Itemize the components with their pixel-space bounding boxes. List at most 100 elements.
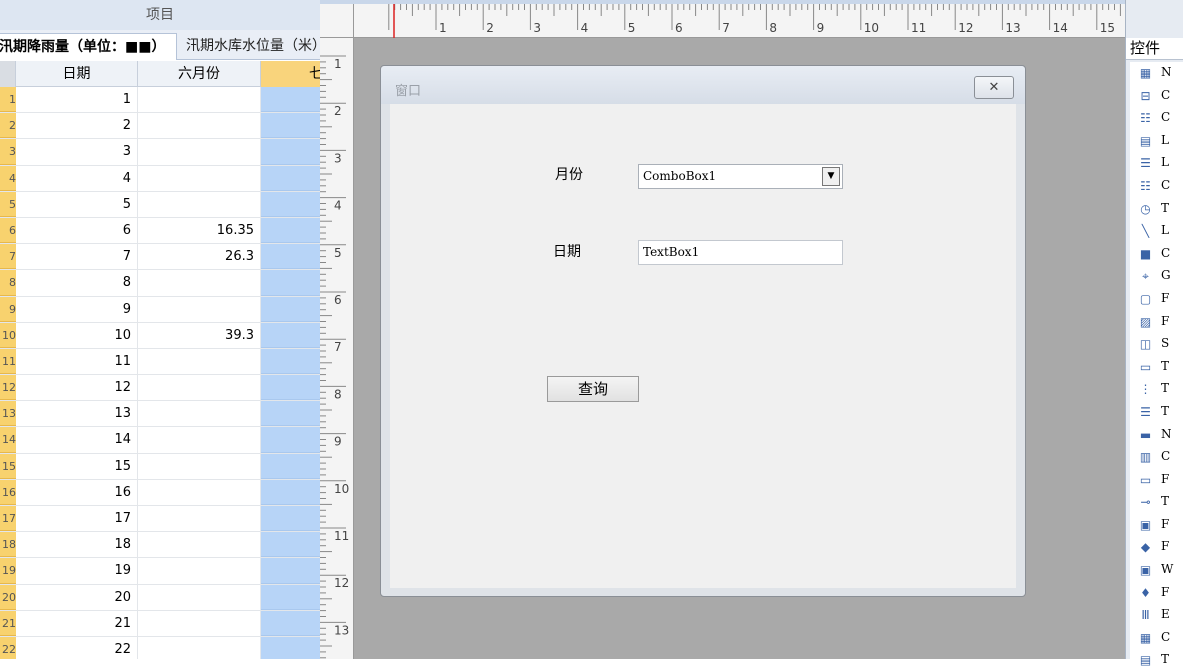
controls-item[interactable]: ▥ C xyxy=(1130,446,1183,469)
cell-june[interactable] xyxy=(138,558,261,584)
cell-july[interactable] xyxy=(261,296,320,322)
cell-july[interactable] xyxy=(261,506,320,532)
close-icon[interactable]: ✕ xyxy=(974,76,1014,99)
window-titlebar[interactable]: 窗口 ✕ xyxy=(381,66,1025,104)
controls-item[interactable]: ◫ S xyxy=(1130,333,1183,356)
table-row[interactable]: 88 xyxy=(0,270,320,297)
cell-june[interactable]: 16.35 xyxy=(138,217,261,244)
cell-july[interactable] xyxy=(261,610,320,636)
cell-july[interactable] xyxy=(261,270,320,296)
select-all-corner[interactable] xyxy=(0,61,16,87)
cell-date[interactable]: 17 xyxy=(16,506,138,532)
controls-item[interactable]: ■ C xyxy=(1130,242,1183,266)
row-number[interactable]: 1 xyxy=(0,87,16,113)
table-row[interactable]: 20 20 xyxy=(0,584,320,611)
cell-july[interactable] xyxy=(261,453,320,479)
cell-date[interactable]: 11 xyxy=(16,348,138,375)
table-row[interactable]: 13 13 xyxy=(0,401,320,428)
month-combobox[interactable]: ComboBox1 ▼ xyxy=(638,164,843,189)
cell-date[interactable]: 12 xyxy=(16,375,138,401)
row-number[interactable]: 15 xyxy=(0,453,16,479)
cell-june[interactable] xyxy=(138,270,261,296)
controls-item[interactable]: ⊸ T xyxy=(1130,491,1183,514)
table-row[interactable]: 22 xyxy=(0,113,320,140)
table-row[interactable]: 11 xyxy=(0,87,320,114)
cell-june[interactable] xyxy=(138,139,261,165)
controls-item[interactable]: ▢ F xyxy=(1130,287,1183,311)
controls-item[interactable]: ◷ T xyxy=(1130,197,1183,221)
controls-item[interactable]: ▦ C xyxy=(1130,626,1183,650)
cell-july[interactable] xyxy=(261,87,320,113)
row-number[interactable]: 8 xyxy=(0,270,16,296)
cell-june[interactable] xyxy=(138,296,261,322)
row-number[interactable]: 10 xyxy=(0,322,16,348)
cell-date[interactable]: 2 xyxy=(16,113,138,139)
cell-date[interactable]: 18 xyxy=(16,532,138,558)
cell-june[interactable] xyxy=(138,375,261,401)
row-number[interactable]: 13 xyxy=(0,401,16,427)
controls-item[interactable]: ▬ N xyxy=(1130,423,1183,447)
controls-item[interactable]: ▣ F xyxy=(1130,513,1183,537)
cell-july[interactable] xyxy=(261,584,320,610)
cell-june[interactable] xyxy=(138,191,261,217)
table-row[interactable]: 11 11 xyxy=(0,348,320,376)
cell-july[interactable] xyxy=(261,375,320,401)
cell-date[interactable]: 4 xyxy=(16,165,138,191)
cell-june[interactable] xyxy=(138,427,261,453)
tab-reservoir-level[interactable]: 汛期水库水位量（米） xyxy=(180,33,320,60)
table-row[interactable]: 6 6 16.35 xyxy=(0,217,320,245)
table-row[interactable]: 19 19 xyxy=(0,558,320,585)
row-number[interactable]: 2 xyxy=(0,113,16,139)
row-number[interactable]: 14 xyxy=(0,427,16,453)
controls-item[interactable]: ♦ F xyxy=(1130,581,1183,605)
controls-item[interactable]: ☰ T xyxy=(1130,400,1183,424)
cell-june[interactable] xyxy=(138,636,261,659)
table-row[interactable]: 16 16 xyxy=(0,479,320,506)
controls-item[interactable]: ▭ T xyxy=(1130,355,1183,379)
cell-june[interactable] xyxy=(138,348,261,375)
table-row[interactable]: 33 xyxy=(0,139,320,166)
cell-june[interactable] xyxy=(138,532,261,558)
form-window[interactable]: 窗口 ✕ 月份 ComboBox1 ▼ 日期 TextBox1 查询 xyxy=(380,65,1026,597)
cell-date[interactable]: 3 xyxy=(16,139,138,165)
controls-item[interactable]: ⌖ G xyxy=(1130,265,1183,288)
cell-june[interactable] xyxy=(138,453,261,479)
cell-date[interactable]: 15 xyxy=(16,453,138,479)
table-row[interactable]: 10 10 39.3 xyxy=(0,322,320,349)
cell-july[interactable] xyxy=(261,558,320,584)
cell-july[interactable] xyxy=(261,191,320,217)
cell-date[interactable]: 8 xyxy=(16,270,138,296)
cell-july[interactable] xyxy=(261,532,320,558)
column-header-date[interactable]: 日期 xyxy=(16,61,138,87)
controls-item[interactable]: ▨ F xyxy=(1130,310,1183,334)
controls-item[interactable]: ╲ L xyxy=(1130,220,1183,243)
controls-item[interactable]: ☷ C xyxy=(1130,174,1183,198)
cell-june[interactable] xyxy=(138,610,261,636)
controls-item[interactable]: ▤ L xyxy=(1130,129,1183,153)
cell-date[interactable]: 14 xyxy=(16,427,138,453)
query-button[interactable]: 查询 xyxy=(547,376,639,402)
controls-item[interactable]: ▭ F xyxy=(1130,468,1183,492)
cell-june[interactable] xyxy=(138,165,261,191)
controls-item[interactable]: ⋮ T xyxy=(1130,378,1183,401)
cell-date[interactable]: 19 xyxy=(16,558,138,584)
controls-item[interactable]: ⊟ C xyxy=(1130,84,1183,108)
cell-date[interactable]: 21 xyxy=(16,610,138,636)
cell-june[interactable] xyxy=(138,87,261,113)
table-row[interactable]: 18 18 xyxy=(0,532,320,559)
cell-june[interactable] xyxy=(138,479,261,505)
row-number[interactable]: 11 xyxy=(0,348,16,375)
chevron-down-icon[interactable]: ▼ xyxy=(822,167,840,186)
cell-date[interactable]: 13 xyxy=(16,401,138,427)
row-number[interactable]: 5 xyxy=(0,191,16,217)
row-number[interactable]: 17 xyxy=(0,506,16,532)
cell-june[interactable]: 39.3 xyxy=(138,322,261,348)
controls-item[interactable]: ◆ F xyxy=(1130,536,1183,560)
row-number[interactable]: 12 xyxy=(0,375,16,401)
cell-date[interactable]: 6 xyxy=(16,217,138,244)
cell-july[interactable] xyxy=(261,322,320,348)
row-number[interactable]: 7 xyxy=(0,244,16,270)
controls-item[interactable]: ▣ W xyxy=(1130,559,1183,582)
cell-date[interactable]: 20 xyxy=(16,584,138,610)
table-row[interactable]: 15 15 xyxy=(0,453,320,480)
